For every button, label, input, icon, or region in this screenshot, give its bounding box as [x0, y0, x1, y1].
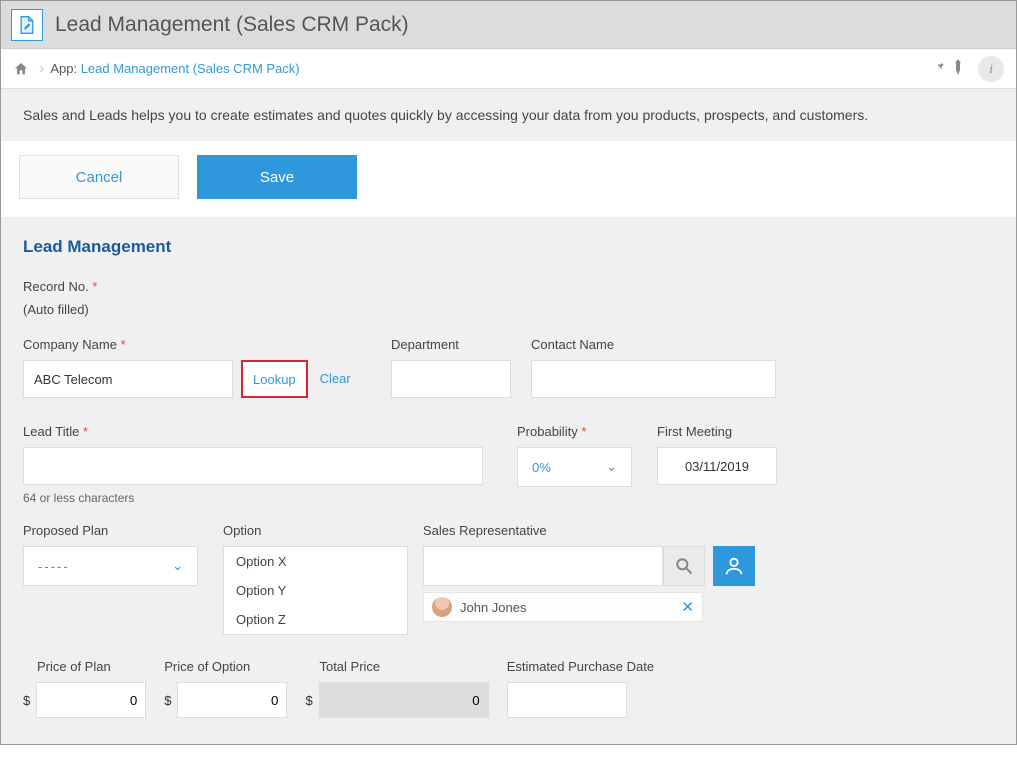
- price-plan-input[interactable]: [36, 682, 146, 718]
- record-no-label: Record No. *: [23, 279, 994, 294]
- lead-title-input[interactable]: [23, 447, 483, 485]
- form-area: Lead Management Record No. * (Auto fille…: [1, 217, 1016, 744]
- est-purchase-input[interactable]: [507, 682, 627, 718]
- contact-name-label: Contact Name: [531, 337, 791, 352]
- proposed-plan-select[interactable]: ----- ⌄: [23, 546, 198, 586]
- home-icon[interactable]: [13, 61, 29, 77]
- save-button[interactable]: Save: [197, 155, 357, 199]
- app-icon: [11, 9, 43, 41]
- lead-title-label: Lead Title *: [23, 424, 513, 439]
- chevron-down-icon: ⌄: [606, 459, 617, 475]
- est-purchase-label: Estimated Purchase Date: [507, 659, 654, 674]
- probability-label-text: Probability: [517, 424, 578, 439]
- total-price-label: Total Price: [319, 659, 488, 674]
- probability-select[interactable]: 0% ⌄: [517, 447, 632, 487]
- clear-link[interactable]: Clear: [320, 360, 351, 398]
- price-option-label: Price of Option: [164, 659, 287, 674]
- chevron-down-icon: ⌄: [172, 558, 183, 574]
- pin-icon[interactable]: [936, 59, 964, 78]
- department-input: [391, 360, 511, 398]
- user-icon: [723, 555, 745, 577]
- option-list[interactable]: Option X Option Y Option Z: [223, 546, 408, 635]
- cancel-button[interactable]: Cancel: [19, 155, 179, 199]
- page-title: Lead Management (Sales CRM Pack): [55, 13, 409, 37]
- sales-rep-input[interactable]: [423, 546, 663, 586]
- lead-title-label-text: Lead Title: [23, 424, 79, 439]
- page-wrench-icon: [17, 15, 37, 35]
- total-price-input: [319, 682, 489, 718]
- info-icon[interactable]: i: [978, 56, 1004, 82]
- action-bar: Cancel Save: [1, 141, 1016, 217]
- breadcrumb-prefix: App:: [50, 61, 77, 76]
- company-name-input[interactable]: [23, 360, 233, 398]
- currency-symbol: $: [164, 693, 171, 708]
- sales-rep-label: Sales Representative: [423, 523, 783, 538]
- lookup-button[interactable]: Lookup: [241, 360, 308, 398]
- section-title: Lead Management: [23, 237, 994, 257]
- probability-value: 0%: [532, 460, 551, 475]
- contact-name-input: [531, 360, 776, 398]
- avatar: [432, 597, 452, 617]
- currency-symbol: $: [305, 693, 312, 708]
- company-name-label-text: Company Name: [23, 337, 117, 352]
- first-meeting-label: First Meeting: [657, 424, 797, 439]
- currency-symbol: $: [23, 693, 30, 708]
- selected-user-chip: John Jones ✕: [423, 592, 703, 622]
- price-option-input[interactable]: [177, 682, 287, 718]
- option-label: Option: [223, 523, 423, 538]
- proposed-plan-value: -----: [38, 559, 70, 574]
- title-bar: Lead Management (Sales CRM Pack): [1, 1, 1016, 49]
- breadcrumb-app-link[interactable]: Lead Management (Sales CRM Pack): [81, 61, 300, 76]
- app-description: Sales and Leads helps you to create esti…: [1, 89, 1016, 141]
- breadcrumb: › App: Lead Management (Sales CRM Pack) …: [1, 49, 1016, 89]
- option-item[interactable]: Option Y: [224, 576, 407, 605]
- record-no-note: (Auto filled): [23, 302, 994, 317]
- department-label: Department: [391, 337, 531, 352]
- search-icon: [674, 556, 694, 576]
- option-item[interactable]: Option X: [224, 547, 407, 576]
- price-plan-label: Price of Plan: [37, 659, 146, 674]
- user-picker-button[interactable]: [713, 546, 755, 586]
- lead-title-hint: 64 or less characters: [23, 491, 513, 505]
- first-meeting-input[interactable]: [657, 447, 777, 485]
- company-name-label: Company Name *: [23, 337, 373, 352]
- chevron-right-icon: ›: [39, 60, 44, 78]
- search-button[interactable]: [663, 546, 705, 586]
- record-no-label-text: Record No.: [23, 279, 89, 294]
- probability-label: Probability *: [517, 424, 657, 439]
- proposed-plan-label: Proposed Plan: [23, 523, 223, 538]
- remove-user-icon[interactable]: ✕: [681, 598, 694, 616]
- option-item[interactable]: Option Z: [224, 605, 407, 634]
- selected-user-name: John Jones: [460, 600, 527, 615]
